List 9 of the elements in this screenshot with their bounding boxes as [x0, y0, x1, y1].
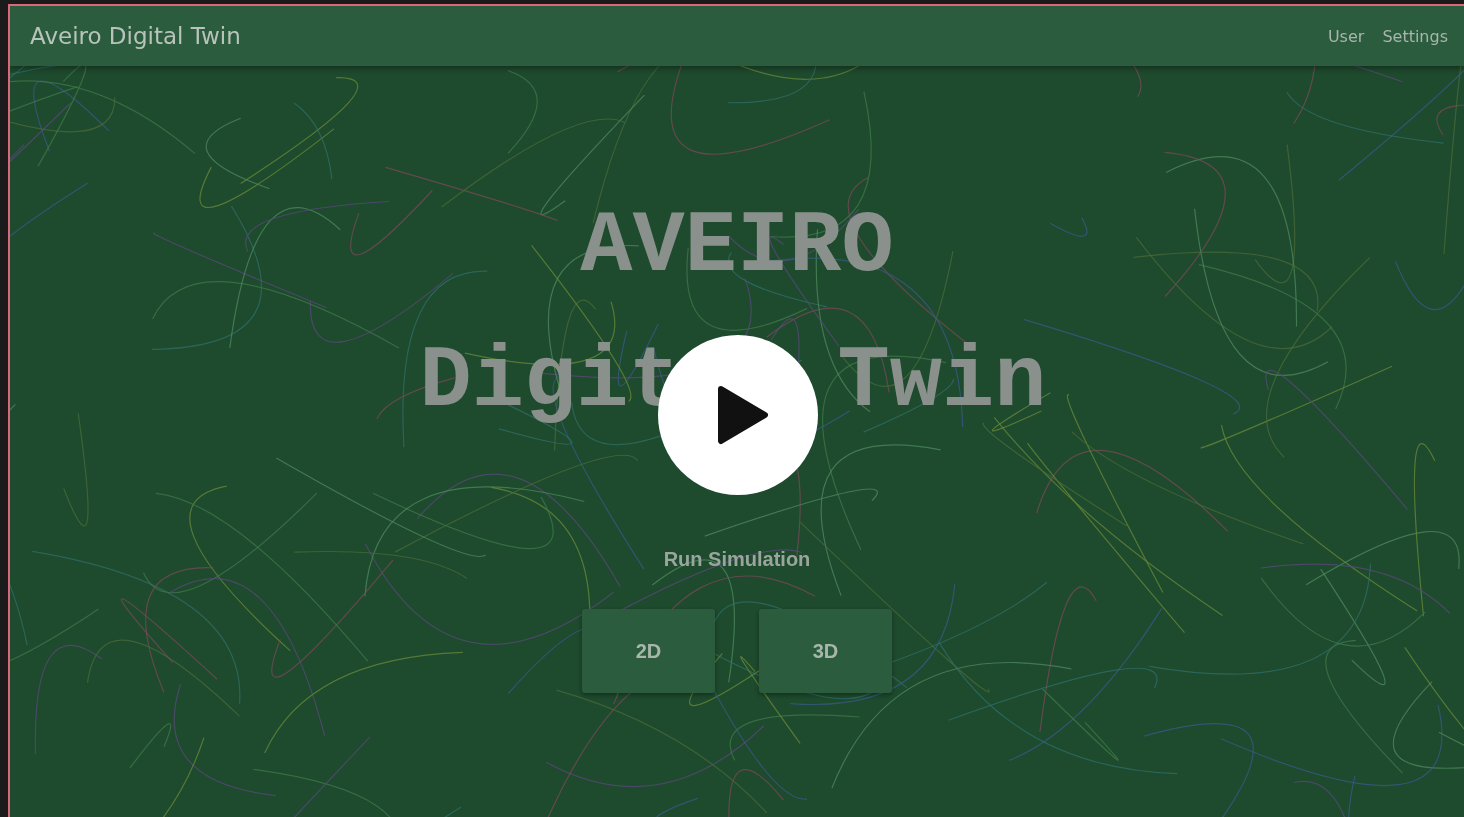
nav-link[interactable]: User: [1327, 26, 1365, 46]
hero-title: AVEIRO: [580, 204, 894, 291]
nav-link[interactable]: Settings: [1382, 26, 1448, 46]
mode-button[interactable]: 3D: [759, 609, 892, 693]
play-icon: [717, 385, 769, 445]
brand-title[interactable]: Aveiro Digital Twin: [30, 23, 1328, 49]
section-heading: Run Simulation: [663, 548, 811, 571]
mode-button[interactable]: 2D: [582, 609, 715, 693]
hero-title: Twin: [837, 339, 1047, 426]
